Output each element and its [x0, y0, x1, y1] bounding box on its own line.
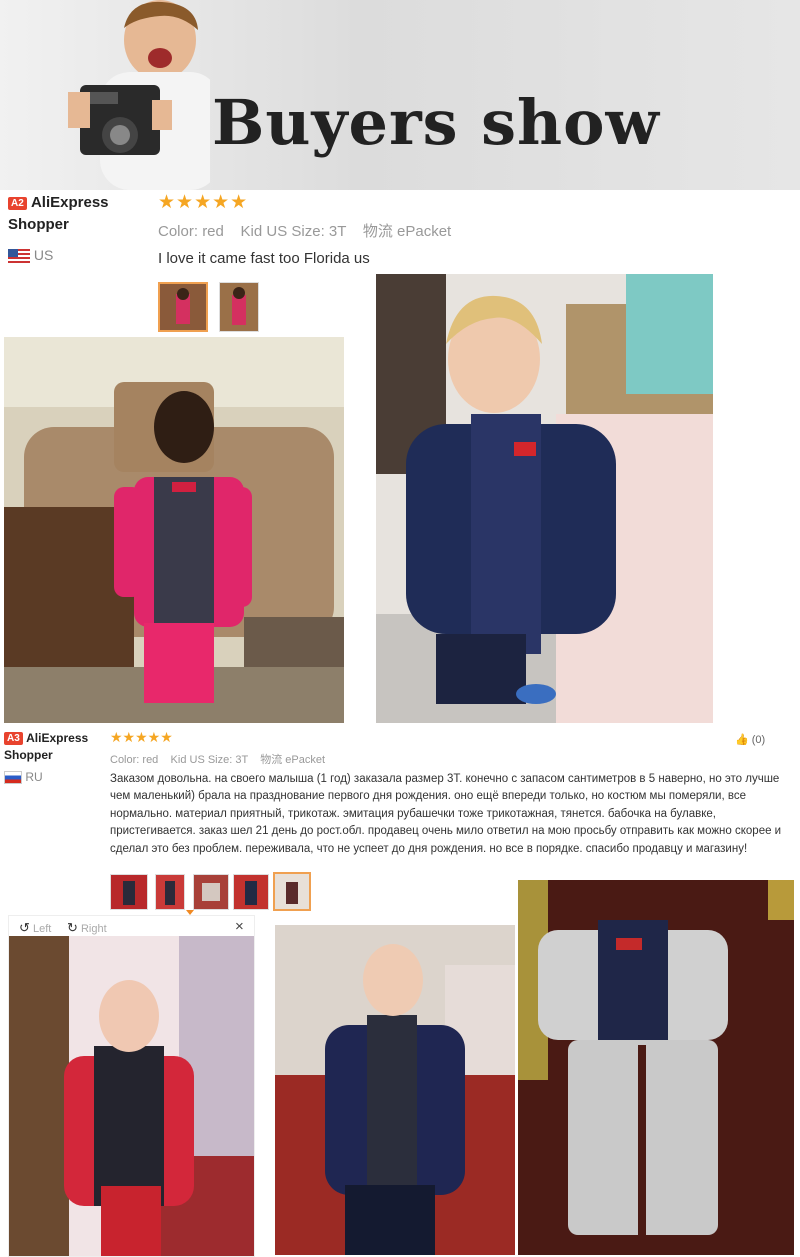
reviewer-level-badge: A2	[8, 196, 27, 210]
order-info: Color: red Kid US Size: 3T 物流 ePacket	[110, 754, 326, 766]
reviewer-name-line1: AliExpress	[26, 731, 89, 745]
review-photo-thumb-4[interactable]	[233, 874, 269, 910]
reviewer-name-line2: Shopper	[4, 748, 53, 762]
reviewer-name: A2 AliExpress	[8, 194, 109, 211]
ru-flag-icon	[4, 771, 22, 785]
reviewer-name-line1: AliExpress	[30, 194, 109, 211]
reviewer-country: RU	[4, 770, 43, 785]
reviewer-name-line2: Shopper	[8, 216, 69, 233]
rotate-left-icon: ↺	[19, 920, 30, 935]
country-code: RU	[25, 770, 43, 784]
review-photo-thumb-2[interactable]	[155, 874, 185, 910]
review-photo-thumb-5[interactable]	[273, 872, 311, 911]
review-photo-large-3	[275, 925, 515, 1255]
helpful-button[interactable]: 👍 (0)	[735, 733, 765, 746]
rating-stars: ★★★★★	[110, 729, 173, 745]
reviewer-level-badge: A3	[4, 732, 23, 746]
helpful-count: (0)	[751, 734, 766, 746]
viewer-photo	[9, 936, 254, 1256]
review-photo-large-1	[4, 337, 344, 723]
country-code: US	[33, 247, 54, 263]
rotate-left-button[interactable]: ↺ Left	[19, 920, 51, 936]
us-flag-icon	[8, 249, 30, 264]
banner-title: Buyers show	[212, 86, 660, 159]
review-photo-thumb-3[interactable]	[193, 874, 229, 910]
review-text: Заказом довольна. на своего малыша (1 го…	[110, 773, 782, 855]
rotate-right-button[interactable]: ↻ Right	[67, 920, 107, 936]
review-photo-thumb-1[interactable]	[110, 874, 148, 910]
review-photo-thumb-2[interactable]	[219, 282, 259, 332]
rotate-right-icon: ↻	[67, 920, 78, 935]
review-photo-large-4	[518, 880, 794, 1255]
rating-stars: ★★★★★	[158, 192, 249, 213]
review-text: I love it came fast too Florida us	[158, 250, 370, 267]
review-photo-thumb-1[interactable]	[158, 282, 208, 332]
buyers-show-banner: Buyers show	[0, 0, 800, 190]
boy-with-camera-image	[68, 0, 210, 190]
order-info: Color: red Kid US Size: 3T 物流 ePacket	[158, 223, 452, 240]
review-photo-large-2	[376, 274, 713, 723]
close-icon[interactable]: ×	[235, 918, 244, 935]
reviewer-name: A3 AliExpress	[4, 731, 89, 746]
thumbs-up-icon: 👍	[735, 734, 749, 746]
image-viewer: ↺ Left ↻ Right ×	[8, 915, 255, 1257]
reviewer-country: US	[8, 247, 54, 264]
